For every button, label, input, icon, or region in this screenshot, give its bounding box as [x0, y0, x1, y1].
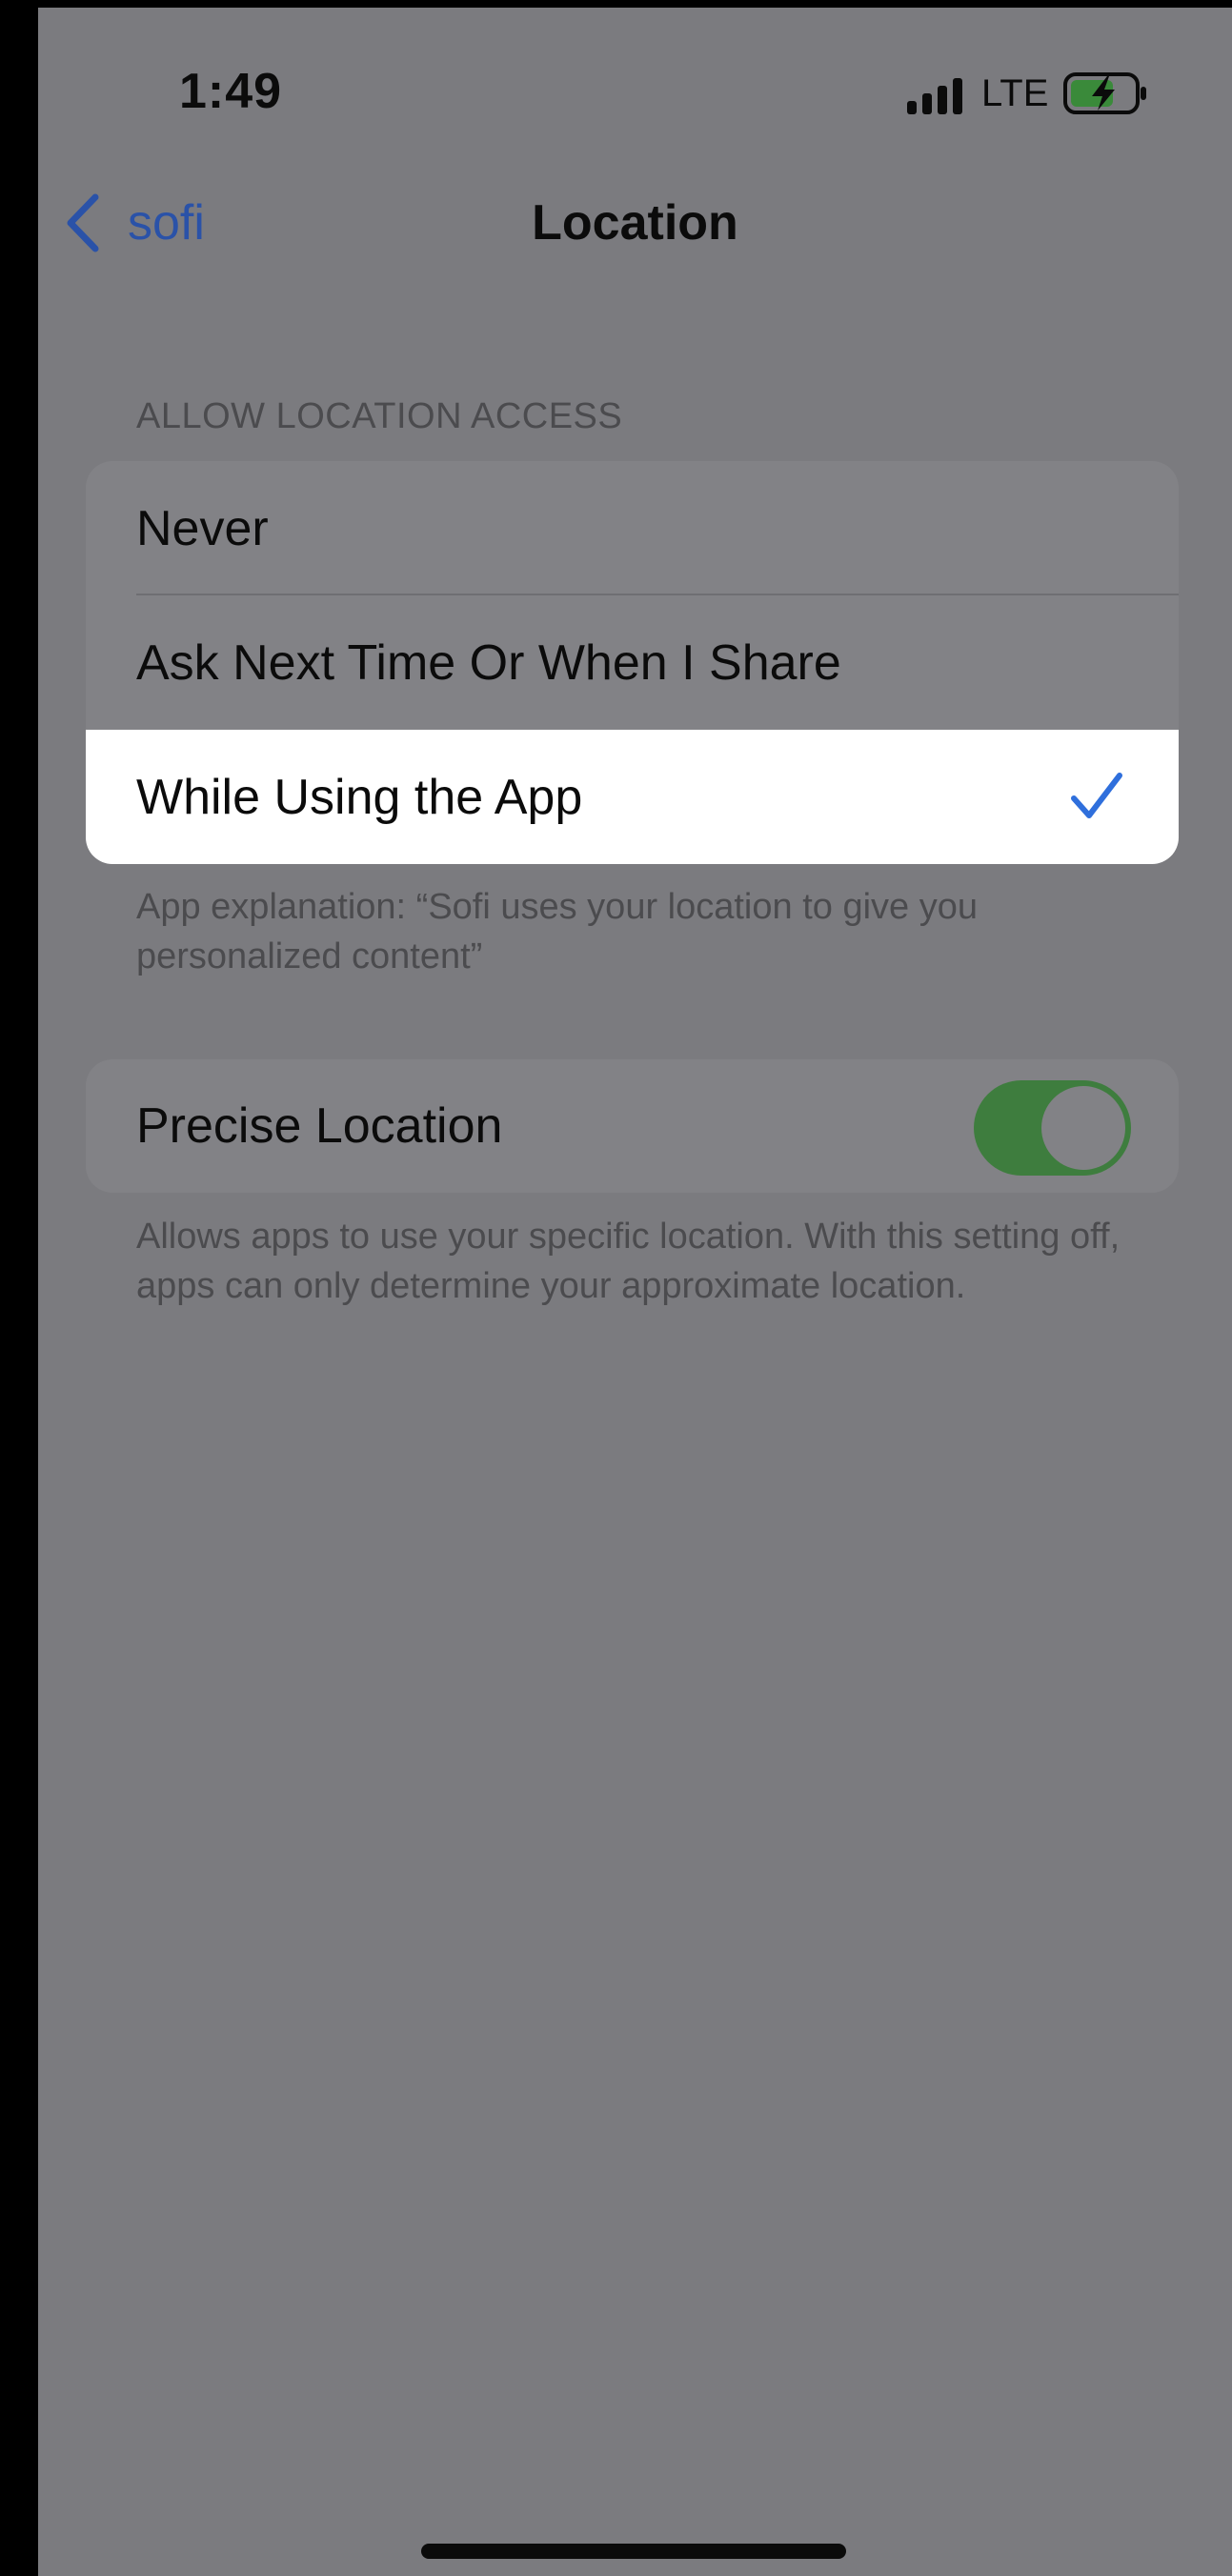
precise-location-row: Precise Location [86, 1059, 1179, 1193]
option-ask-next-time[interactable]: Ask Next Time Or When I Share [86, 595, 1179, 730]
section-header-allow-location: ALLOW LOCATION ACCESS [136, 396, 623, 436]
option-label: Never [136, 500, 269, 556]
option-label: While Using the App [136, 769, 583, 825]
status-time: 1:49 [179, 64, 283, 119]
page-title: Location [532, 195, 738, 251]
network-type: LTE [981, 72, 1049, 114]
cellular-signal-icon [907, 76, 964, 114]
precise-location-description: Allows apps to use your specific locatio… [136, 1217, 1121, 1306]
option-label: Ask Next Time Or When I Share [136, 634, 841, 691]
checkmark-icon [1071, 773, 1122, 818]
home-indicator[interactable] [421, 2544, 846, 2559]
precise-location-toggle[interactable] [974, 1080, 1131, 1176]
toggle-knob [1041, 1086, 1125, 1170]
precise-location-label: Precise Location [136, 1098, 503, 1154]
battery-charging-icon [1063, 70, 1149, 116]
settings-screen: 1:49 LTE sofi Location ALLOW LOCATION AC… [38, 8, 1232, 2576]
location-access-options: Never Ask Next Time Or When I Share Whil… [86, 461, 1179, 864]
option-while-using[interactable]: While Using the App [86, 730, 1179, 864]
option-never[interactable]: Never [86, 461, 1179, 595]
app-explanation: App explanation: “Sofi uses your locatio… [136, 887, 978, 976]
